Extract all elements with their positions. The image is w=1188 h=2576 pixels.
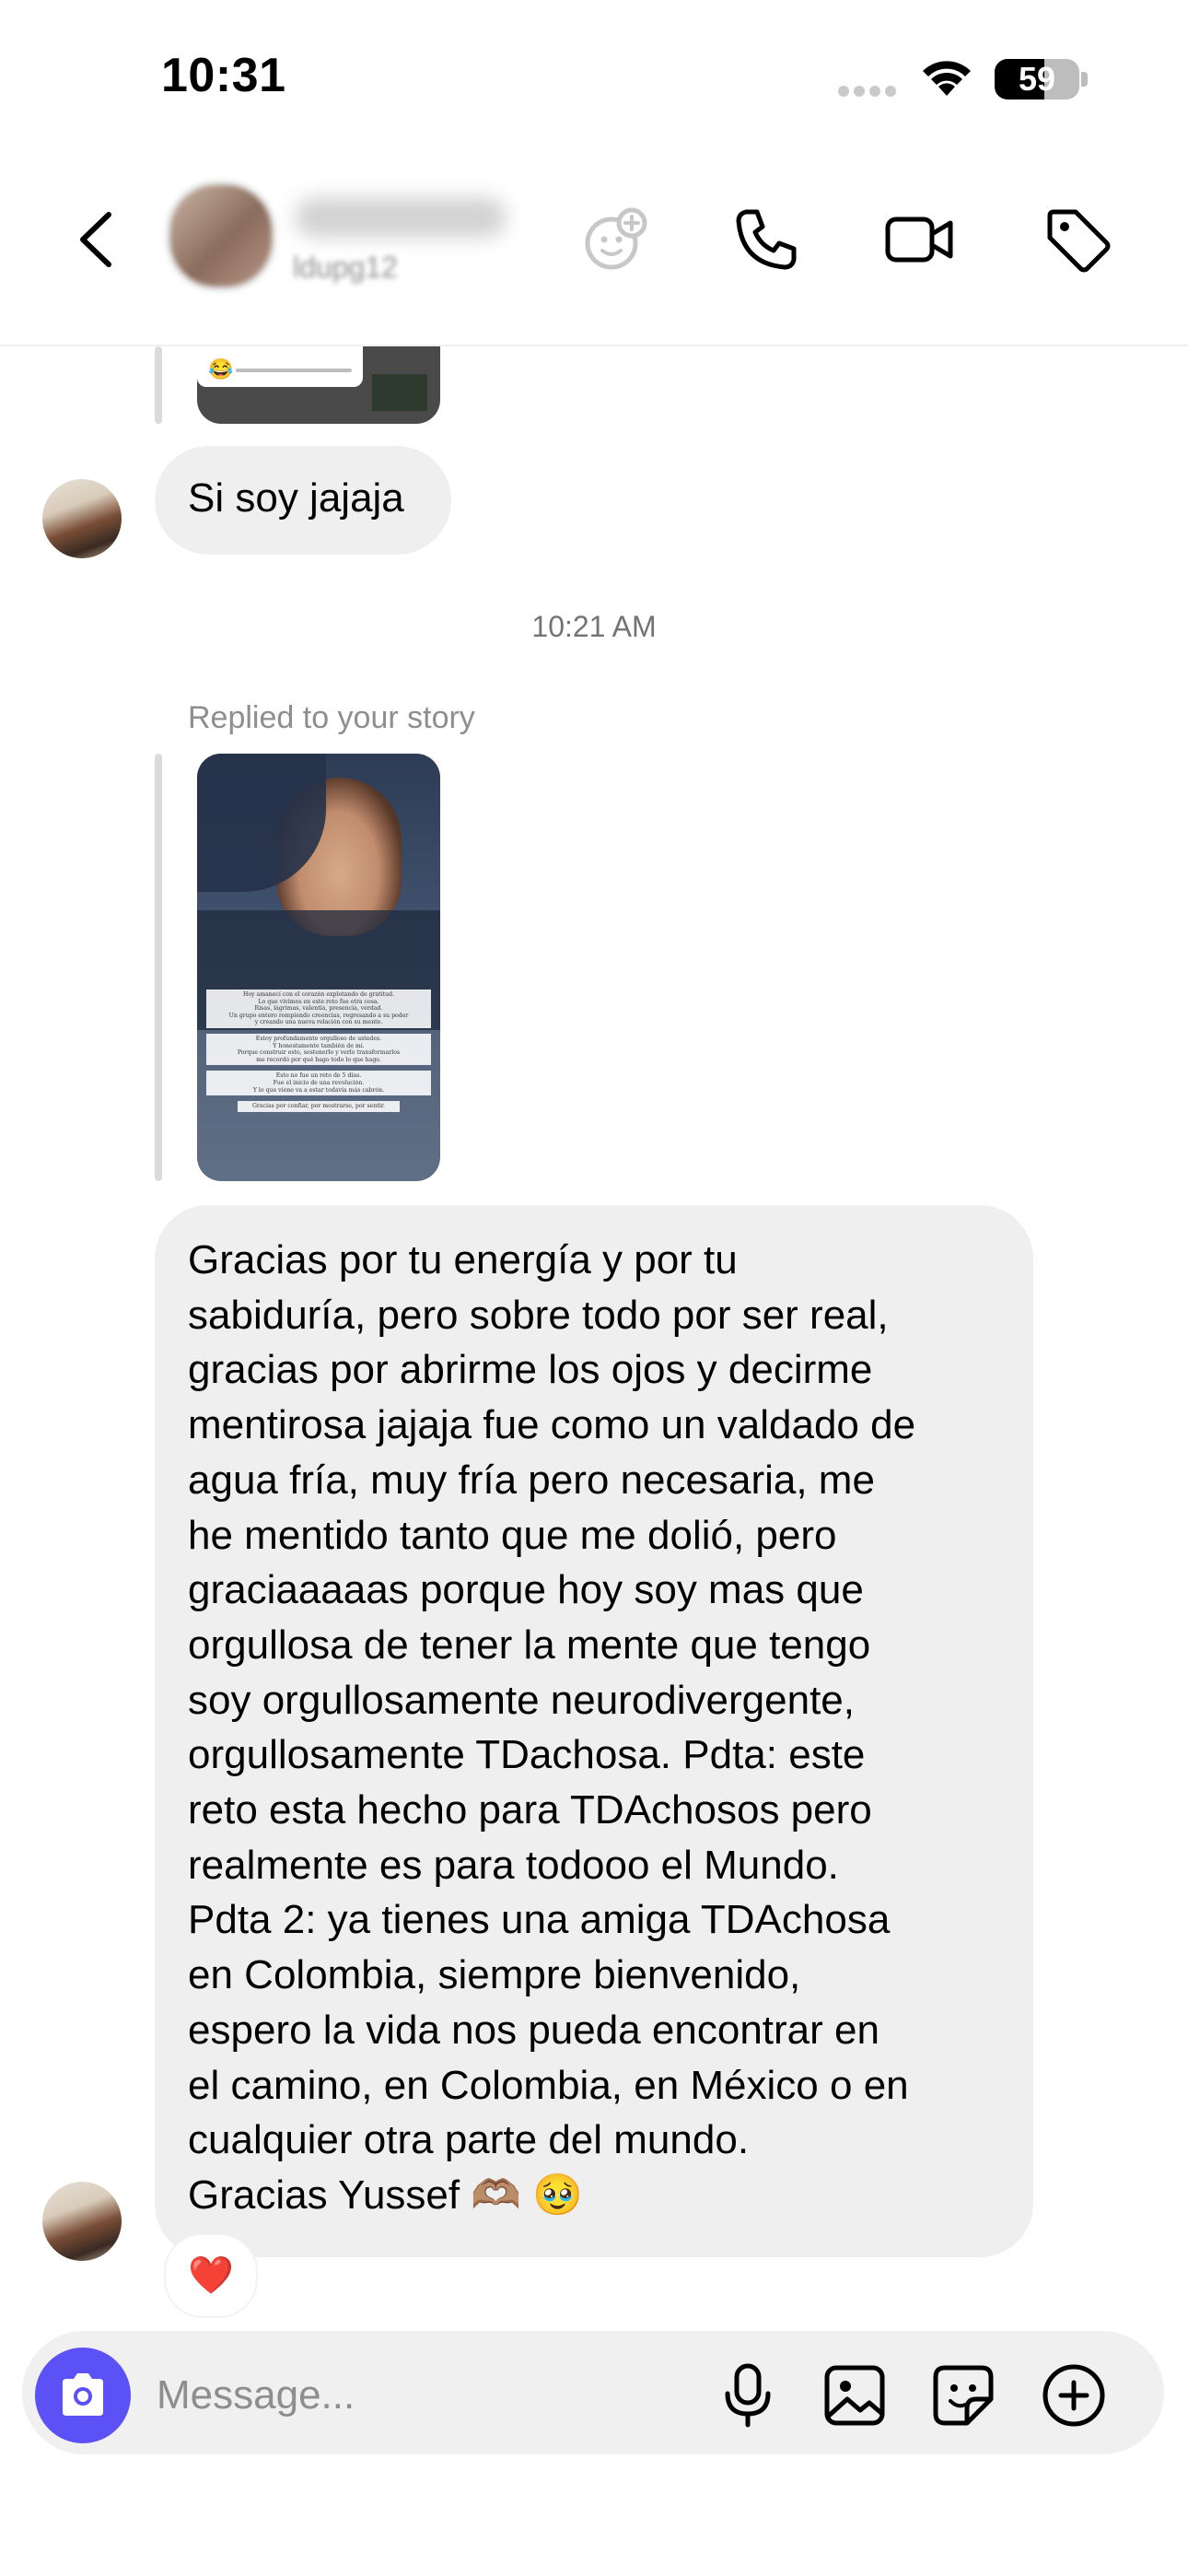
story-caption-line: Y honestamente también de mí. [273,1042,365,1049]
camera-button[interactable] [35,2348,131,2443]
message-line: graciaaaaas porque hoy soy mas que [188,1567,864,1613]
message-line: soy orgullosamente neurodivergente, [188,1677,856,1723]
plus-circle-icon[interactable] [1035,2357,1112,2434]
message-line: en Colombia, siempre bienvenido, [188,1952,801,1998]
story-caption-line: y creando una nueva relación con su ment… [254,1019,383,1026]
story-caption-block: Esto no fue un reto de 5 días. Fue el ini… [206,1071,431,1096]
message-bubble[interactable]: Si soy jajaja [155,446,451,555]
video-camera-icon[interactable] [882,203,956,276]
message-line: orgullosamente TDachosa. Pdta: este [188,1732,866,1778]
message-line: Pdta 2: ya tienes una amiga TDAchosa [188,1897,891,1943]
story-caption-line: Y lo que viene va a estar todavía más ca… [252,1086,385,1094]
header-divider [0,345,1188,346]
slider-track [236,369,352,372]
message-line: realmente es para todooo el Mundo. [188,1842,839,1888]
message-line: Gracias por tu energía y por tu [188,1237,738,1282]
replied-to-story-label: Replied to your story [188,700,475,735]
story-caption-line: Hoy amanecí con el corazón explotando de… [242,991,395,998]
story-background [372,374,427,411]
message-line: el camino, en Colombia, en México o en [188,2062,909,2108]
message-line: gracias por abrirme los ojos y decirme [188,1347,873,1393]
story-caption-block: Gracias por confiar, por mostrarse, por … [238,1101,400,1112]
story-caption-block: Estoy profundamente orgulloso de ustedes… [206,1033,431,1066]
story-thumbnail[interactable]: Hoy amanecí con el corazón explotando de… [197,754,440,1181]
message-line: mentirosa jajaja fue como un valdado de [188,1402,916,1448]
effects-icon[interactable] [580,203,654,276]
contact-username[interactable]: ldupg12 [293,251,398,285]
sticker-icon[interactable] [925,2357,1002,2434]
battery-level: 59 [1018,60,1056,98]
sender-avatar[interactable] [42,479,122,558]
story-caption-line: Porque construir esto, sostenerlo y verl… [237,1049,401,1057]
message-line: reto esta hecho para TDAchosos pero [188,1787,872,1833]
message-line: Gracias Yussef 🫶🏽 🥹 [188,2172,584,2218]
battery-indicator: 59 [995,59,1079,100]
story-caption-line: Risas, lágrimas, valentía, presencia, ve… [254,1005,383,1013]
heart-reaction[interactable]: ❤️ [166,2235,256,2316]
story-caption-line: Un grupo entero rompiendo creencias, reg… [228,1012,409,1019]
phone-icon[interactable] [729,203,803,276]
battery-tip [1081,72,1088,87]
message-line: sabiduría, pero sobre todo por ser real, [188,1292,889,1338]
message-bubble[interactable]: Gracias por tu energía y por tu sabiduría… [155,1205,1033,2257]
message-line: orgullosa de tener la mente que tengo [188,1622,871,1668]
sender-avatar[interactable] [42,2182,122,2261]
message-text: Si soy jajaja [188,475,404,521]
message-line: he mentido tanto que me dolió, pero [188,1512,837,1558]
contact-avatar[interactable] [166,181,276,291]
message-line: agua fría, muy fría pero necesaria, me [188,1457,875,1503]
microphone-icon[interactable] [709,2357,786,2434]
gallery-icon[interactable] [816,2357,893,2434]
emoji-slider-card: 😂 [197,346,363,387]
earlier-story-thumbnail[interactable]: 😂 [197,346,440,424]
story-caption-line: me recordó por qué hago todo lo que hago… [256,1056,381,1063]
tag-icon[interactable] [1041,203,1114,276]
status-time: 10:31 [161,49,286,102]
story-caption-line: Fue el inicio de una revolución. [273,1079,365,1086]
chat-timestamp: 10:21 AM [531,610,657,643]
camera-icon [63,2373,103,2416]
reply-indicator-bar [155,754,162,1181]
story-caption: Hoy amanecí con el corazón explotando de… [206,989,431,1118]
story-caption-line: Gracias por confiar, por mostrarse, por … [251,1103,386,1110]
contact-name-blurred[interactable] [295,197,507,238]
story-caption-line: Esto no fue un reto de 5 días. [275,1072,362,1080]
wifi-icon [918,55,975,102]
story-caption-line: Lo que vivimos en este reto fue otra cos… [258,998,379,1005]
story-caption-line: Estoy profundamente orgulloso de ustedes… [255,1035,382,1042]
back-arrow-icon[interactable] [74,207,120,272]
message-line: espero la vida nos pueda encontrar en [188,2007,879,2053]
reply-indicator-bar [155,346,162,424]
message-input[interactable] [155,2362,674,2429]
message-line: cualquier otra parte del mundo. [188,2117,750,2163]
message-text: Gracias por tu energía y por tu sabiduría… [188,1233,1000,2223]
cellular-signal-icon [838,85,904,98]
laughing-emoji-icon: 😂 [208,357,234,381]
story-caption-block: Hoy amanecí con el corazón explotando de… [206,989,431,1028]
